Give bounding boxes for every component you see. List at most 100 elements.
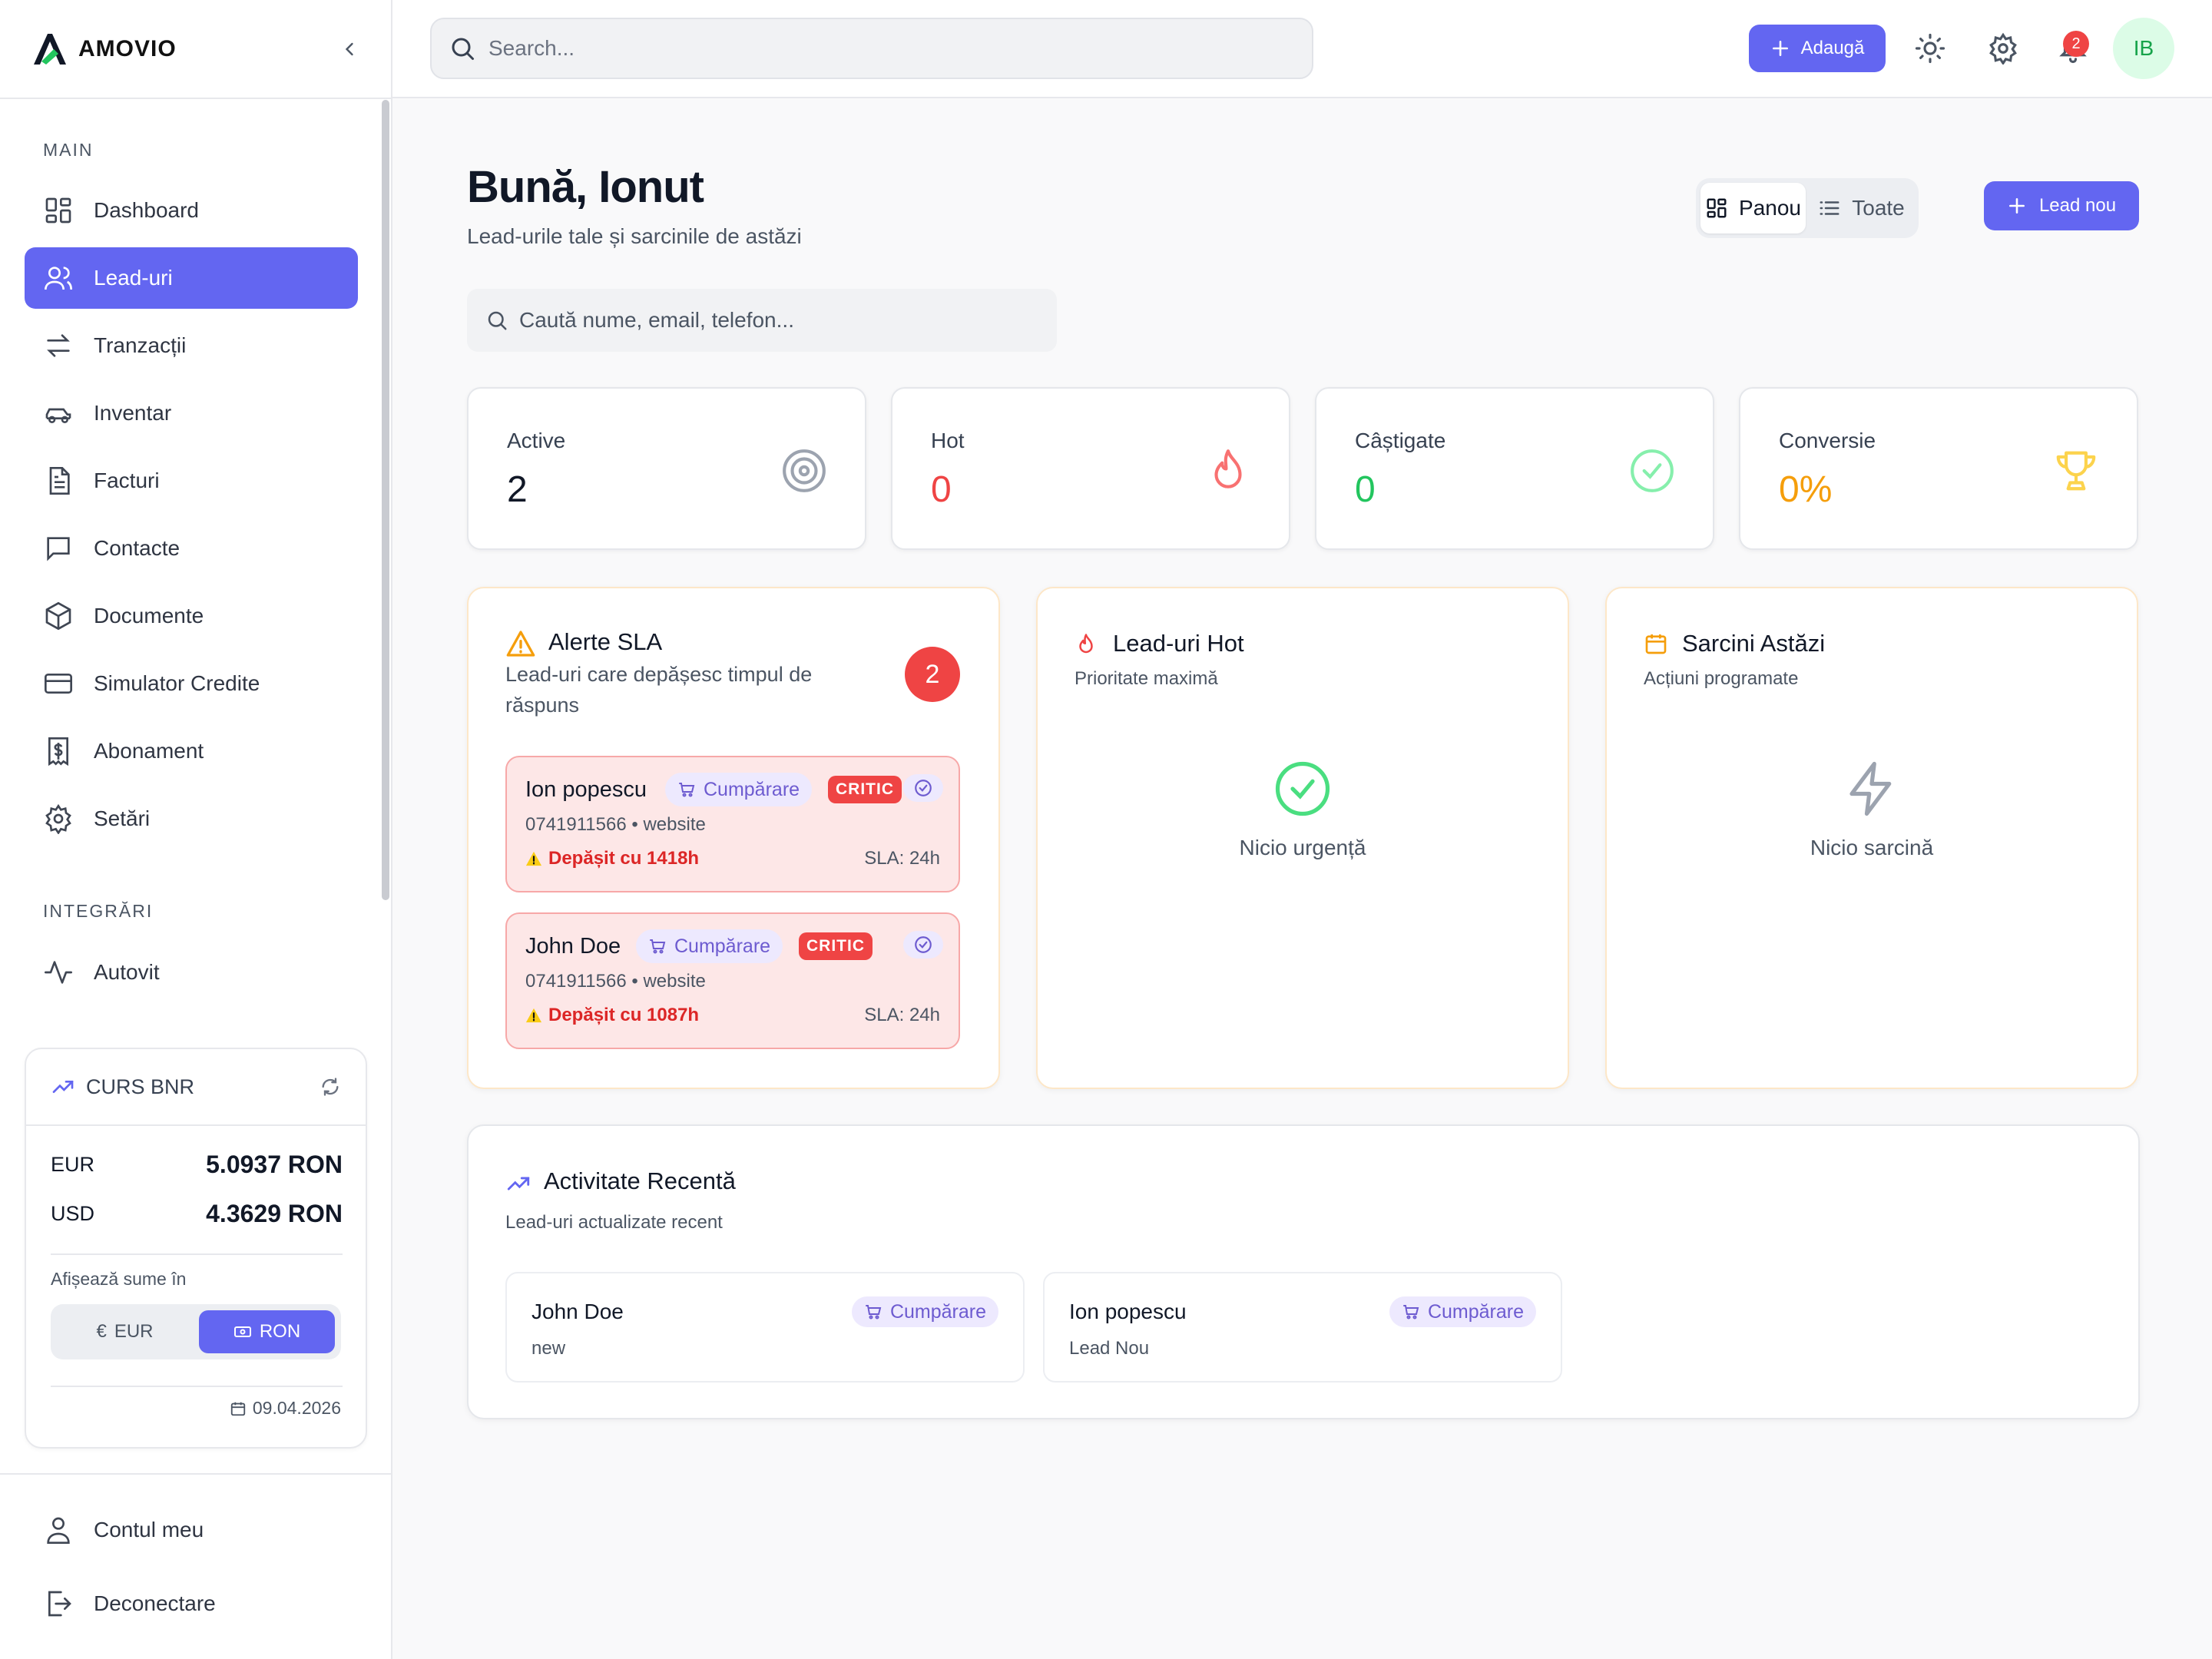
lead-status: Lead Nou [1069,1338,1150,1359]
lead-type-tag: Cumpărare [1389,1296,1536,1327]
rate-value: 5.0937 RON [206,1151,343,1178]
curs-title: CURS BNR [86,1075,195,1098]
tab-label: Panou [1739,196,1801,220]
overdue-text: Depășit cu 1418h [525,848,699,869]
sidebar-item-contacts[interactable]: Contacte [25,518,358,579]
sidebar-item-subscription[interactable]: Abonament [25,720,358,782]
curs-bnr-card: CURS BNR EUR 5.0937 RON USD 4.3629 RON A… [25,1048,367,1449]
shopping-cart-icon [865,1305,882,1320]
shopping-cart-icon [679,783,695,797]
page-title: Bună, Ionut [467,162,704,212]
lead-search-input[interactable] [519,308,1041,333]
new-lead-button[interactable]: Lead nou [1984,181,2139,230]
sidebar-item-account[interactable]: Contul meu [25,1499,358,1561]
overdue-label: Depășit cu 1418h [548,848,700,869]
toggle-ron[interactable]: RON [199,1310,335,1353]
date-text: 09.04.2026 [252,1398,341,1418]
mark-done-button[interactable] [903,774,943,802]
sidebar-item-label: Contacte [94,536,180,560]
global-search[interactable] [430,18,1313,79]
collapse-sidebar-button[interactable] [339,38,360,60]
check-circle-icon [1631,449,1674,492]
box-icon [45,601,71,631]
refresh-button[interactable] [320,1076,341,1098]
activity-icon [45,961,72,984]
receipt-dollar-icon [48,737,68,767]
sidebar-item-autovit[interactable]: Autovit [25,942,358,1003]
euro-icon: € [96,1321,107,1342]
sidebar-item-transactions[interactable]: Tranzacții [25,315,358,376]
lead-search[interactable] [467,289,1057,352]
avatar[interactable]: IB [2113,18,2174,79]
sidebar-item-settings[interactable]: Setări [25,788,358,849]
tab-label: Toate [1852,196,1905,220]
new-lead-label: Lead nou [2038,195,2117,216]
sidebar-item-label: Simulator Credite [94,671,260,695]
lead-contact-meta: 0741911566 • website [525,814,706,835]
critic-badge: CRITIC [799,932,873,960]
sidebar-scrollbar[interactable] [382,100,389,900]
warning-icon [525,1008,542,1023]
mark-done-button[interactable] [903,931,943,959]
stat-card-won: Câștigate 0 [1315,387,1714,550]
sidebar-item-label: Inventar [94,401,172,425]
toggle-eur[interactable]: € EUR [57,1310,193,1353]
credit-card-icon [45,674,72,694]
stat-label: Câștigate [1355,429,1446,452]
section-label-integrations: INTEGRĂRI [43,901,154,921]
rate-date: 09.04.2026 [230,1398,341,1419]
divider [51,1386,343,1387]
theme-toggle-button[interactable] [1914,32,1946,65]
refresh-icon [322,1078,339,1096]
sidebar-item-dashboard[interactable]: Dashboard [25,180,358,241]
sla-alert-card[interactable]: John Doe Cumpărare CRITIC 0741911566 • w… [505,912,960,1049]
banknote-icon [233,1326,251,1337]
tag-label: Cumpărare [674,935,771,957]
stat-label: Hot [931,429,965,452]
search-input[interactable] [488,36,1287,61]
view-panou-tab[interactable]: Panou [1700,183,1806,233]
empty-state: Nicio urgență [1038,759,1568,860]
sidebar-item-documents[interactable]: Documente [25,585,358,647]
stat-label: Conversie [1779,429,1876,452]
sla-label: SLA: 24h [864,848,940,869]
trending-up-icon [52,1081,74,1093]
activity-item[interactable]: Ion popescu Lead Nou Cumpărare [1043,1272,1562,1382]
sidebar-item-label: Tranzacții [94,333,187,357]
lead-source: website [643,814,706,835]
settings-button[interactable] [1987,32,2019,65]
list-icon [1820,201,1839,215]
sidebar-item-label: Documente [94,604,204,628]
sidebar-item-credit-simulator[interactable]: Simulator Credite [25,653,358,714]
alert-triangle-icon [506,631,535,657]
sidebar-item-label: Deconectare [94,1591,216,1615]
rate-currency: USD [51,1202,95,1225]
lead-source: website [643,971,706,992]
rate-row-eur: EUR 5.0937 RON [51,1151,343,1179]
lead-type-tag: Cumpărare [636,929,783,963]
sidebar-item-logout[interactable]: Deconectare [25,1573,358,1634]
activity-item[interactable]: John Doe new Cumpărare [505,1272,1025,1382]
sidebar-item-leads[interactable]: Lead-uri [25,247,358,309]
divider [51,1253,343,1255]
toggle-label: RON [259,1321,301,1342]
logo[interactable]: AMOVIO [31,31,177,68]
view-toate-tab[interactable]: Toate [1809,183,1914,233]
arrows-swap-icon [47,334,70,357]
lead-name: Ion popescu [525,777,647,802]
sun-icon [1915,33,1945,64]
tag-label: Cumpărare [704,778,800,800]
sidebar-item-invoices[interactable]: Facturi [25,450,358,512]
calendar-icon [230,1402,246,1416]
calendar-icon [1645,634,1667,654]
tag-label: Cumpărare [889,1300,986,1323]
add-button[interactable]: Adaugă [1749,25,1886,72]
page-subtitle: Lead-urile tale și sarcinile de astăzi [467,224,802,248]
sla-alert-card[interactable]: Ion popescu Cumpărare CRITIC 0741911566 … [505,756,960,892]
trending-up-icon [507,1177,530,1190]
sidebar-item-inventory[interactable]: Inventar [25,382,358,444]
overdue-text: Depășit cu 1087h [525,1005,699,1026]
overdue-label: Depășit cu 1087h [548,1005,700,1025]
lead-type-tag: Cumpărare [665,773,813,806]
trophy-icon [2056,451,2096,491]
